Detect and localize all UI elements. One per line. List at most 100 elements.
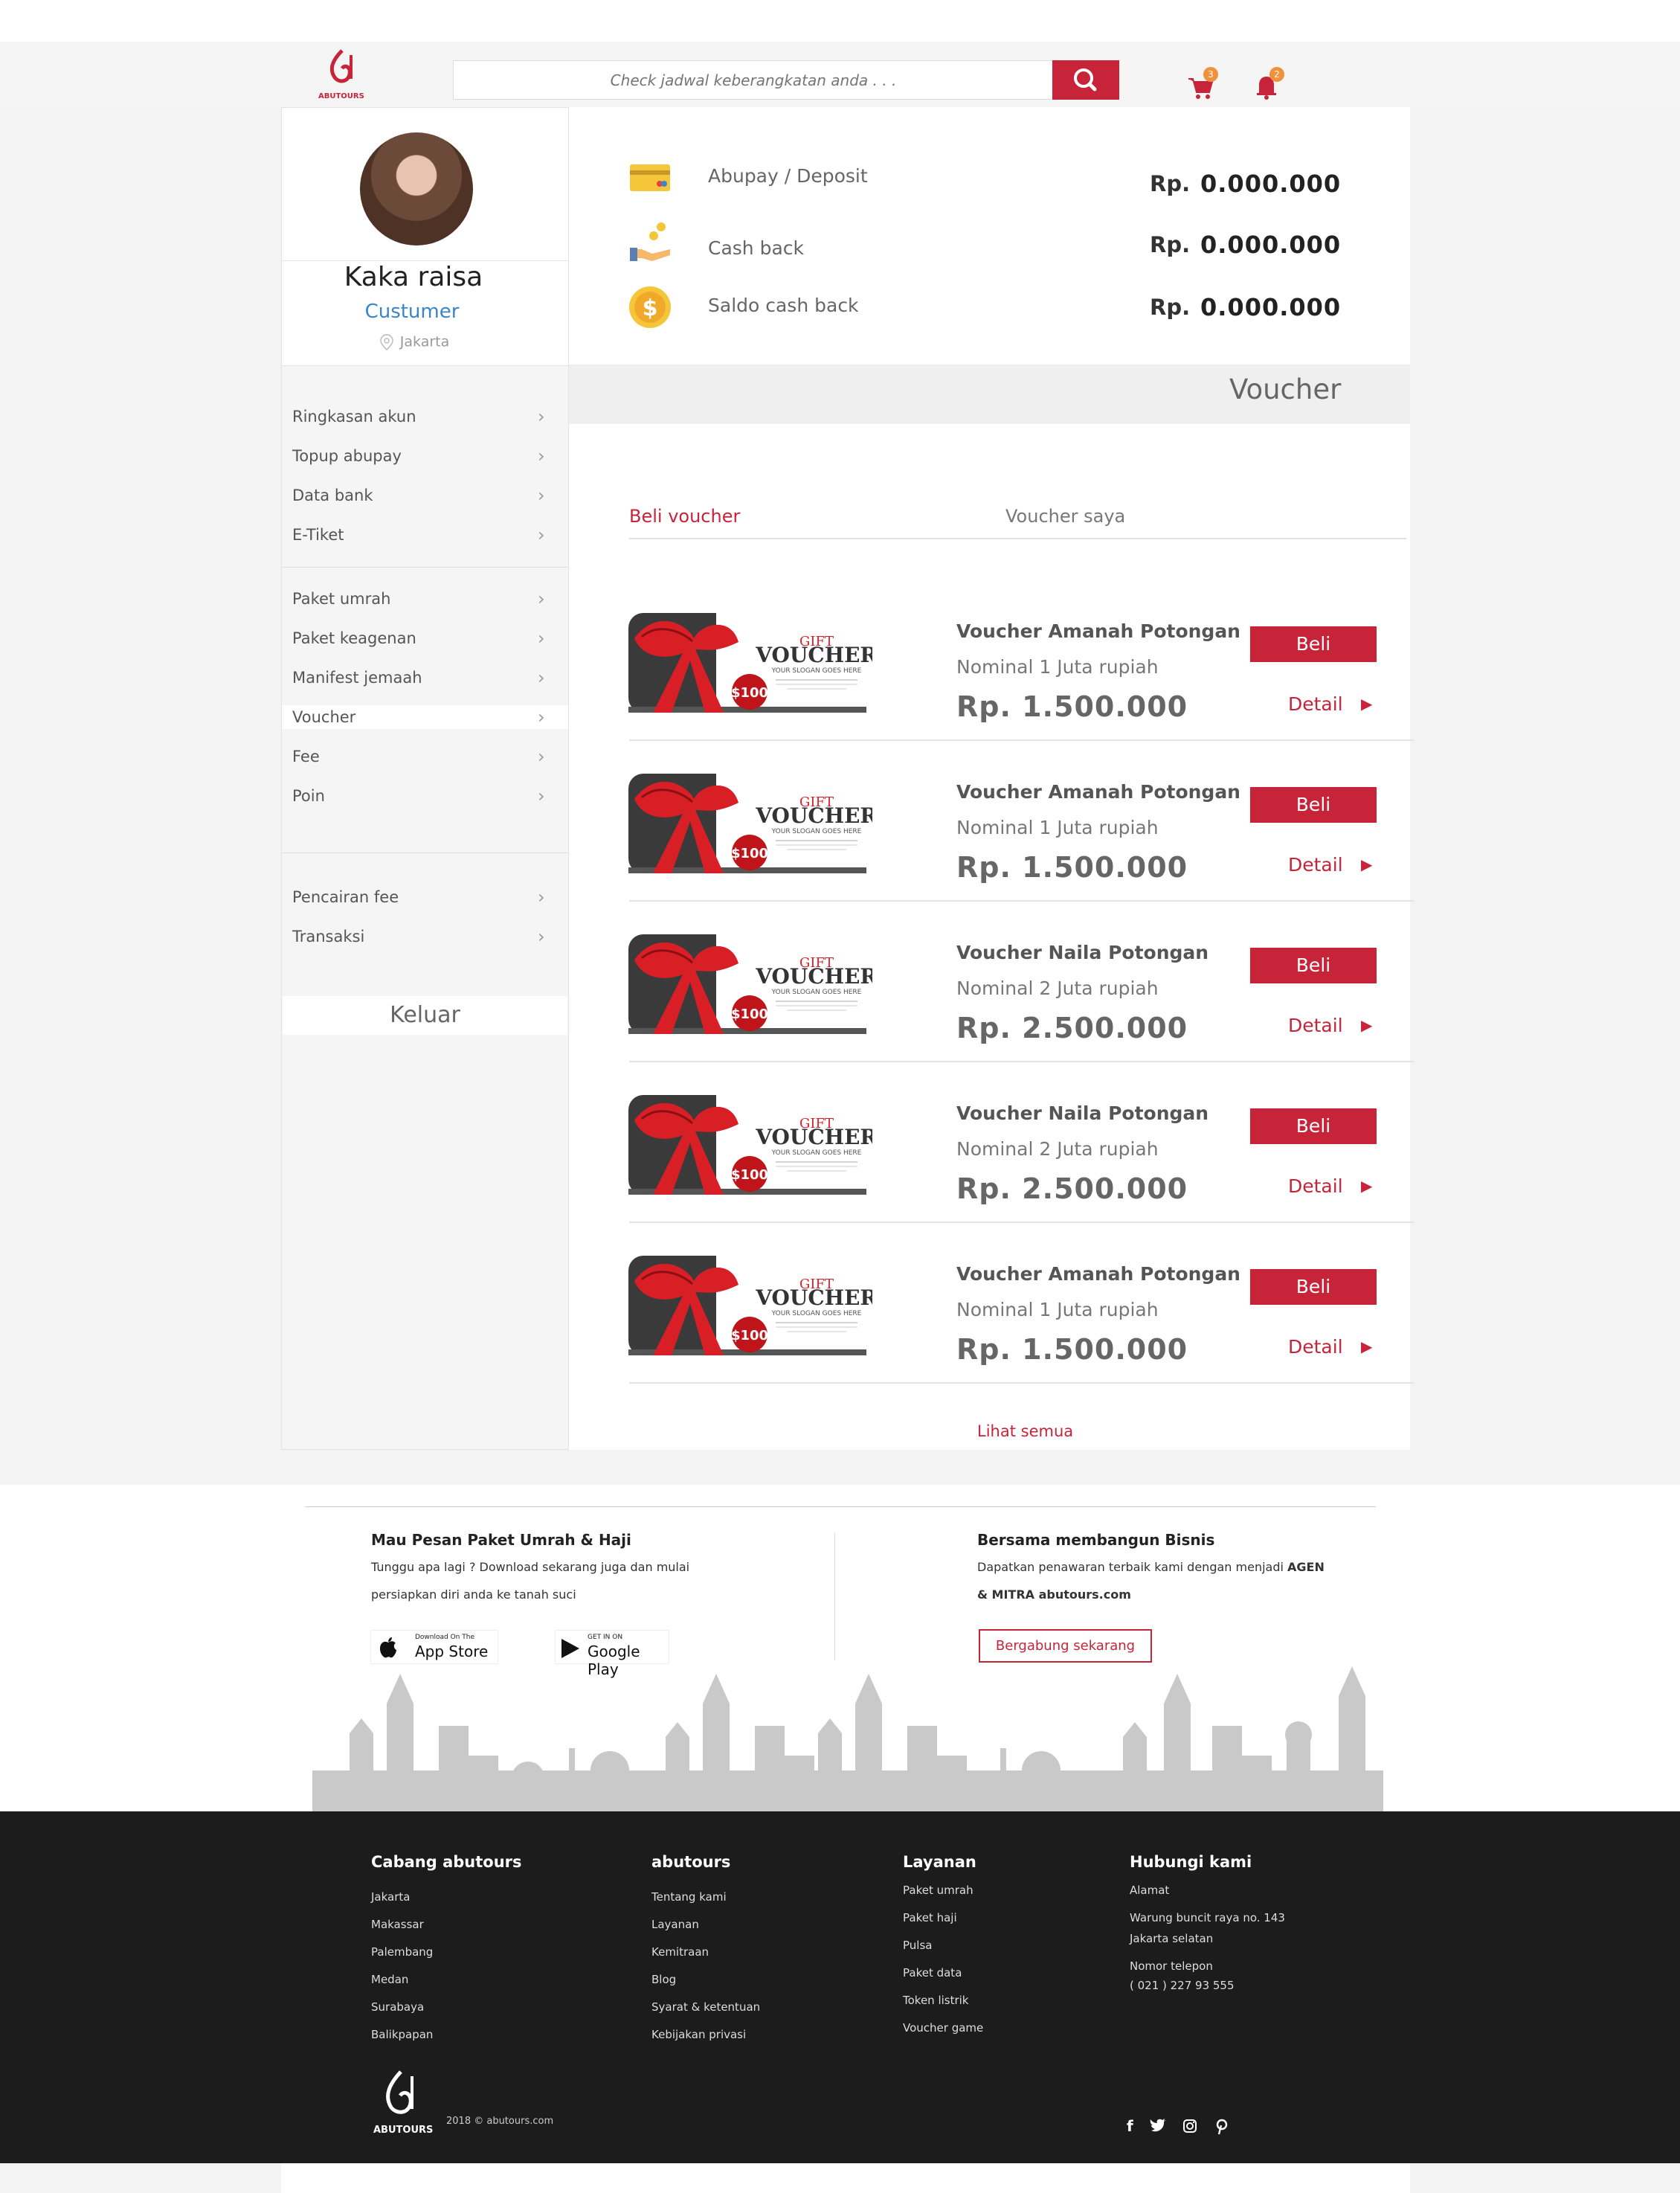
notification-button[interactable]: 2 — [1252, 67, 1284, 101]
cart-button[interactable]: 3 — [1185, 67, 1218, 101]
chevron-right-icon: › — [538, 746, 545, 767]
buy-button[interactable]: Beli — [1250, 787, 1377, 823]
see-all-link[interactable]: Lihat semua — [977, 1422, 1073, 1440]
play-arrow-icon[interactable]: ▶ — [1361, 1177, 1372, 1195]
city-skyline-illustration — [312, 1666, 1383, 1811]
footer-link[interactable]: Paket data — [903, 1966, 962, 1980]
voucher-price: Rp. 2.500.000 — [956, 1172, 1188, 1205]
abutours-logo[interactable]: ABUTOURS — [312, 45, 372, 104]
footer-link[interactable]: Syarat & ketentuan — [651, 2000, 760, 2014]
sidebar-item-topup-abupay[interactable]: Topup abupay › — [282, 444, 568, 468]
avatar[interactable] — [360, 132, 473, 245]
voucher-price: Rp. 1.500.000 — [956, 690, 1188, 723]
voucher-slogan-text: YOUR SLOGAN GOES HERE — [771, 828, 862, 835]
voucher-card-image[interactable]: $100 GIFT VOUCHER YOUR SLOGAN GOES HERE — [627, 930, 872, 1038]
footer-link[interactable]: Makassar — [371, 1918, 424, 1931]
tab-beli-voucher[interactable]: Beli voucher — [629, 506, 740, 527]
play-arrow-icon[interactable]: ▶ — [1361, 1338, 1372, 1355]
buy-button[interactable]: Beli — [1250, 1269, 1377, 1305]
footer-logo[interactable]: ABUTOURS — [367, 2064, 434, 2139]
detail-link[interactable]: Detail — [1288, 1175, 1343, 1197]
footer-link[interactable]: Palembang — [371, 1945, 433, 1959]
footer-link[interactable]: Medan — [371, 1973, 408, 1986]
chevron-right-icon: › — [538, 887, 545, 908]
cashback-hand-icon — [630, 222, 670, 261]
voucher-title: Voucher Naila Potongan — [956, 1102, 1209, 1124]
voucher-amount-text: $100 — [731, 1006, 768, 1022]
sidebar-item-transaksi[interactable]: Transaksi › — [282, 925, 568, 948]
profile-divider — [281, 260, 569, 261]
sidebar-item-paket-umrah[interactable]: Paket umrah › — [282, 587, 568, 611]
voucher-amount-text: $100 — [731, 1167, 768, 1183]
footer-link[interactable]: Token listrik — [903, 1994, 969, 2007]
footer-link[interactable]: Blog — [651, 1973, 676, 1986]
voucher-card-image[interactable]: $100 GIFT VOUCHER YOUR SLOGAN GOES HERE — [627, 1091, 872, 1198]
sidebar-item-manifest-jemaah[interactable]: Manifest jemaah › — [282, 666, 568, 690]
voucher-title: Voucher Amanah Potongan — [956, 781, 1240, 803]
voucher-card-image[interactable]: $100 GIFT VOUCHER YOUR SLOGAN GOES HERE — [627, 769, 872, 877]
detail-link[interactable]: Detail — [1288, 1015, 1343, 1036]
buy-button[interactable]: Beli — [1250, 1108, 1377, 1144]
detail-link[interactable]: Detail — [1288, 693, 1343, 715]
search-button[interactable] — [1052, 60, 1119, 100]
promo-right-text-bold: & MITRA abutours.com — [977, 1587, 1131, 1602]
voucher-heading-text: VOUCHER — [755, 803, 872, 828]
play-arrow-icon[interactable]: ▶ — [1361, 1016, 1372, 1034]
logo-text: ABUTOURS — [318, 92, 364, 100]
sidebar-item-pencairan-fee[interactable]: Pencairan fee › — [282, 885, 568, 909]
join-now-button[interactable]: Bergabung sekarang — [979, 1629, 1152, 1663]
footer-link[interactable]: Pulsa — [903, 1939, 932, 1952]
footer-link[interactable]: Kebijakan privasi — [651, 2028, 746, 2041]
instagram-icon[interactable] — [1182, 2119, 1197, 2133]
footer-link[interactable]: Balikpapan — [371, 2028, 433, 2041]
chevron-right-icon: › — [538, 707, 545, 728]
twitter-icon[interactable] — [1150, 2119, 1166, 2133]
section-header: Voucher — [569, 365, 1410, 424]
facebook-icon[interactable]: f — [1127, 2117, 1133, 2135]
pinterest-icon[interactable] — [1214, 2119, 1229, 2135]
sidebar-item-label: Pencairan fee — [292, 888, 399, 906]
app-store-button[interactable]: Download On The App Store — [370, 1630, 498, 1664]
logout-button[interactable]: Keluar — [283, 996, 567, 1035]
google-play-button[interactable]: GET IN ON Google Play — [555, 1630, 669, 1678]
credit-card-icon — [630, 164, 670, 191]
footer-link[interactable]: Jakarta — [371, 1890, 410, 1904]
currency-label: Rp. — [1150, 232, 1191, 257]
sidebar-item-e-tiket[interactable]: E-Tiket › — [282, 523, 568, 547]
sidebar-divider — [282, 567, 568, 568]
chevron-right-icon: › — [538, 485, 545, 506]
sidebar-item-paket-keagenan[interactable]: Paket keagenan › — [282, 626, 568, 650]
sidebar-item-data-bank[interactable]: Data bank › — [282, 484, 568, 507]
footer-link[interactable]: Paket haji — [903, 1911, 957, 1924]
sidebar-item-ringkasan-akun[interactable]: Ringkasan akun › — [282, 405, 568, 428]
tab-underline — [629, 538, 1406, 539]
voucher-heading-text: VOUCHER — [755, 964, 872, 989]
chevron-right-icon: › — [538, 628, 545, 649]
profile-location: Jakarta — [281, 333, 546, 351]
sidebar-item-voucher[interactable]: Voucher › — [282, 705, 568, 729]
promo-right-title: Bersama membangun Bisnis — [977, 1531, 1215, 1549]
buy-button[interactable]: Beli — [1250, 948, 1377, 983]
search-icon — [1074, 68, 1097, 91]
play-arrow-icon[interactable]: ▶ — [1361, 695, 1372, 713]
voucher-card-image[interactable]: $100 GIFT VOUCHER YOUR SLOGAN GOES HERE — [627, 1251, 872, 1359]
footer-link[interactable]: Tentang kami — [651, 1890, 727, 1904]
wallet-label-saldo: Saldo cash back — [708, 295, 859, 316]
tab-voucher-saya[interactable]: Voucher saya — [1005, 506, 1125, 527]
sidebar-item-poin[interactable]: Poin › — [282, 784, 568, 808]
voucher-slogan-text: YOUR SLOGAN GOES HERE — [771, 667, 862, 675]
voucher-slogan-text: YOUR SLOGAN GOES HERE — [771, 989, 862, 996]
sidebar-item-fee[interactable]: Fee › — [282, 745, 568, 768]
contact-address-label: Alamat — [1130, 1884, 1170, 1897]
play-arrow-icon[interactable]: ▶ — [1361, 855, 1372, 873]
buy-button[interactable]: Beli — [1250, 626, 1377, 662]
footer-link[interactable]: Kemitraan — [651, 1945, 709, 1959]
detail-link[interactable]: Detail — [1288, 854, 1343, 876]
detail-link[interactable]: Detail — [1288, 1336, 1343, 1358]
footer-link[interactable]: Voucher game — [903, 2021, 983, 2035]
footer-link[interactable]: Surabaya — [371, 2000, 424, 2014]
footer-link[interactable]: Layanan — [651, 1918, 699, 1931]
voucher-card-image[interactable]: $100 GIFT VOUCHER YOUR SLOGAN GOES HERE — [627, 609, 872, 716]
search-input[interactable] — [454, 61, 1053, 99]
footer-link[interactable]: Paket umrah — [903, 1884, 973, 1897]
